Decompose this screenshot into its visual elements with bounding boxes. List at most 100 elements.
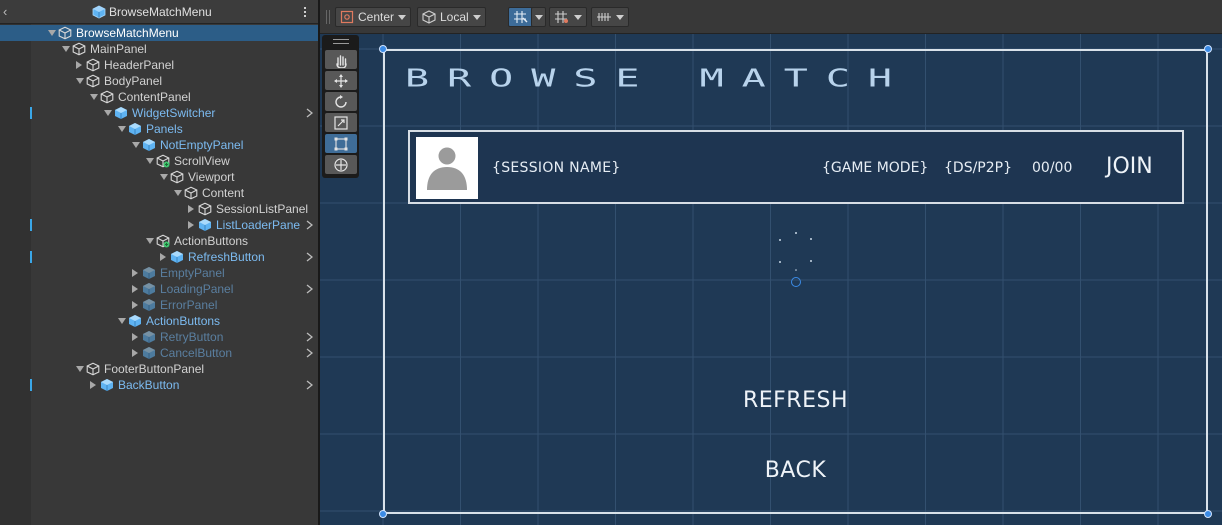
tool-palette-grip[interactable] [332,39,349,44]
hierarchy-row[interactable]: HeaderPanel [0,57,318,73]
hand-tool-button[interactable] [324,50,357,69]
hierarchy-row[interactable]: ScrollView [0,153,318,169]
expand-down-arrow-icon[interactable] [118,126,126,132]
user-silhouette-icon [427,147,467,190]
expand-right-arrow-icon[interactable] [132,269,138,277]
expand-down-arrow-icon[interactable] [76,78,84,84]
snap-options-dropdown[interactable] [531,7,546,27]
expand-right-arrow-icon[interactable] [188,221,194,229]
chevron-down-icon [472,14,481,20]
expand-down-arrow-icon[interactable] [90,94,98,100]
prefab-cube-icon [128,122,142,136]
expand-right-arrow-icon[interactable] [188,205,194,213]
prefab-cube-icon [142,138,156,152]
hierarchy-row[interactable]: RetryButton [0,329,318,345]
chevron-right-icon[interactable] [306,108,313,118]
prefab-cube-icon [142,298,156,312]
move-tool-button[interactable] [324,71,357,90]
hierarchy-row-label: RefreshButton [188,250,265,264]
canvas-handle-top-left[interactable] [379,45,387,53]
join-button[interactable]: JOIN [1106,154,1153,179]
expand-down-arrow-icon[interactable] [48,30,56,36]
increment-snap-dropdown[interactable] [549,7,587,27]
canvas-handle-bottom-left[interactable] [379,510,387,518]
rect-tool-button[interactable] [324,134,357,153]
hierarchy-row[interactable]: Panels [0,121,318,137]
hierarchy-row[interactable]: SessionListPanel [0,201,318,217]
hierarchy-row[interactable]: ActionButtons [0,313,318,329]
canvas-handle-bottom-right[interactable] [1204,510,1212,518]
expand-down-arrow-icon[interactable] [104,110,112,116]
pivot-gizmo[interactable] [791,277,801,287]
chevron-right-icon[interactable] [306,380,313,390]
hierarchy-row[interactable]: Content [0,185,318,201]
back-button[interactable]: BACK [320,458,1222,483]
pivot-mode-dropdown[interactable]: Center [335,7,412,27]
chevron-right-icon[interactable] [306,332,313,342]
pivot-mode-label: Center [358,10,395,24]
hierarchy-row[interactable]: Viewport [0,169,318,185]
canvas-handle-top-right[interactable] [1204,45,1212,53]
hierarchy-row[interactable]: BackButton [0,377,318,393]
chevron-right-icon[interactable] [306,284,313,294]
chevron-right-icon[interactable] [306,252,313,262]
hierarchy-row[interactable]: CancelButton [0,345,318,361]
expand-down-arrow-icon[interactable] [62,46,70,52]
expand-down-arrow-icon[interactable] [146,238,154,244]
expand-down-arrow-icon[interactable] [174,190,182,196]
chevron-right-icon[interactable] [306,348,313,358]
hierarchy-row[interactable]: ActionButtons [0,233,318,249]
hierarchy-row[interactable]: FooterButtonPanel [0,361,318,377]
hierarchy-row[interactable]: ContentPanel [0,89,318,105]
hierarchy-row[interactable]: ListLoaderPane [0,217,318,233]
back-arrow-icon[interactable]: ‹ [3,4,15,20]
hierarchy-panel: ‹ BrowseMatchMenu BrowseMatchMenu MainPan… [0,0,318,525]
hierarchy-row[interactable]: WidgetSwitcher [0,105,318,121]
scale-tool-button[interactable] [324,113,357,132]
chevron-right-icon[interactable] [306,220,313,230]
transform-tool-button[interactable] [324,155,357,174]
expand-right-arrow-icon[interactable] [90,381,96,389]
hierarchy-row[interactable]: BrowseMatchMenu [0,25,318,41]
space-mode-dropdown[interactable]: Local [417,7,486,27]
rotate-tool-button[interactable] [324,92,357,111]
hierarchy-row[interactable]: BodyPanel [0,73,318,89]
expand-right-arrow-icon[interactable] [160,253,166,261]
move-tool-icon [333,73,348,88]
scene-viewport[interactable]: BROWSE MATCH {SESSION NAME} {GAME MODE} … [320,34,1222,525]
hierarchy-row[interactable]: RefreshButton [0,249,318,265]
expand-down-arrow-icon[interactable] [76,366,84,372]
hierarchy-row[interactable]: NotEmptyPanel [0,137,318,153]
prefab-cube-icon [142,266,156,280]
expand-down-arrow-icon[interactable] [146,158,154,164]
override-marker [30,251,32,263]
expand-right-arrow-icon[interactable] [132,333,138,341]
expand-down-arrow-icon[interactable] [118,318,126,324]
hierarchy-row[interactable]: MainPanel [0,41,318,57]
expand-right-arrow-icon[interactable] [132,285,138,293]
prefab-cube-icon [142,346,156,360]
hierarchy-row-label: Content [202,186,245,200]
session-list-item[interactable]: {SESSION NAME} {GAME MODE} {DS/P2P} 00/0… [408,130,1184,204]
prefab-cube-icon [114,106,128,120]
hierarchy-header: ‹ BrowseMatchMenu [0,0,318,24]
transform-tool-icon [333,157,348,172]
expand-right-arrow-icon[interactable] [132,349,138,357]
expand-right-arrow-icon[interactable] [132,301,138,309]
hierarchy-row-label: BodyPanel [104,74,163,88]
hierarchy-row-label: LoadingPanel [160,282,234,296]
refresh-button[interactable]: REFRESH [320,388,1222,413]
ruler-dropdown[interactable] [591,7,629,27]
hierarchy-row[interactable]: ErrorPanel [0,297,318,313]
expand-down-arrow-icon[interactable] [132,142,140,148]
override-marker [30,219,32,231]
toolbar-grip[interactable] [326,10,330,24]
hand-tool-icon [335,54,347,68]
expand-down-arrow-icon[interactable] [160,174,168,180]
hierarchy-row[interactable]: LoadingPanel [0,281,318,297]
more-options-icon[interactable] [302,4,308,20]
expand-right-arrow-icon[interactable] [76,61,82,69]
hierarchy-row-label: WidgetSwitcher [132,106,216,120]
pivot-icon [340,10,354,24]
hierarchy-row[interactable]: EmptyPanel [0,265,318,281]
